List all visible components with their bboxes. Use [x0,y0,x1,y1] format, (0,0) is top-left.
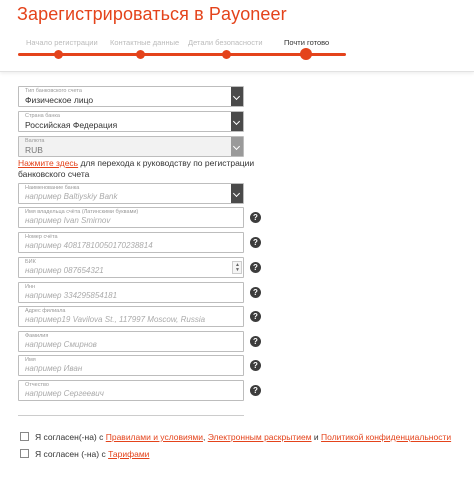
first-name-label: Имя [25,357,36,363]
first-name-input[interactable]: Имя например Иван [18,355,244,376]
account-type-label: Тип банковского счета [25,88,82,94]
terms-prefix: Я согласен(-на) с [35,432,106,442]
step-label-contacts: Контактные данные [110,38,180,47]
last-name-input[interactable]: Фамилия например Смирнов [18,331,244,352]
holder-name-input[interactable]: Имя владельца счёта (Латинскими буквами)… [18,207,244,228]
edisclosure-link[interactable]: Электронным раскрытием [208,432,312,442]
branch-address-input[interactable]: Адрес филиала например19 Vavilova St., 1… [18,306,244,327]
number-stepper[interactable]: ▲ ▼ [232,261,242,274]
brand-name: Payoneer [208,4,287,24]
account-type-value: Физическое лицо [25,95,94,105]
bik-input[interactable]: БИК например 087654321 ▲ ▼ [18,257,244,278]
progress-steps: Начало регистрации Контактные данные Дет… [14,34,346,64]
holder-name-placeholder: например Ivan Smirnov [25,216,111,225]
help-icon[interactable]: ? [250,262,261,273]
help-icon[interactable]: ? [250,385,261,396]
bik-label: БИК [25,259,36,265]
holder-name-label: Имя владельца счёта (Латинскими буквами) [25,209,139,215]
first-name-placeholder: например Иван [25,364,83,373]
step-dot-current [300,48,312,60]
currency-value: RUB [25,145,43,155]
help-icon[interactable]: ? [250,336,261,347]
inn-label: Инн [25,284,36,290]
currency-select: Валюта RUB [18,136,244,157]
terms-checkbox[interactable] [20,432,29,441]
help-icon[interactable]: ? [250,237,261,248]
chevron-down-icon [231,137,243,156]
bank-country-select[interactable]: Страна банка Российская Федерация [18,111,244,132]
help-icon[interactable]: ? [250,212,261,223]
step-dot-start [54,50,63,59]
terms-sep2: и [311,432,322,442]
account-type-select[interactable]: Тип банковского счета Физическое лицо [18,86,244,107]
chevron-down-icon[interactable] [231,112,243,131]
bik-placeholder: например 087654321 [25,266,104,275]
tariffs-agreement-row: Я согласен (-на) с Тарифами [20,449,149,459]
currency-label: Валюта [25,138,45,144]
step-label-security: Детали безопасности [188,38,263,47]
help-icon[interactable]: ? [250,311,261,322]
tariffs-prefix: Я согласен (-на) с [35,449,109,459]
last-name-label: Фамилия [25,333,49,339]
step-dot-contacts [136,50,145,59]
bank-name-select[interactable]: Наименование банка например Baltiyskiy B… [18,183,244,204]
inn-input[interactable]: Инн например 334295854181 [18,282,244,303]
bank-name-placeholder: например Baltiyskiy Bank [25,192,118,201]
form-divider [18,415,244,416]
privacy-link[interactable]: Политикой конфиденциальности [321,432,451,442]
chevron-down-icon[interactable] [231,87,243,106]
step-dot-security [222,50,231,59]
title-prefix: Зарегистрироваться в [17,4,204,24]
bank-country-label: Страна банка [25,113,60,119]
patronymic-input[interactable]: Отчество например Сергеевич [18,380,244,401]
branch-address-label: Адрес филиала [25,308,66,314]
page-title: Зарегистрироваться в Payoneer [17,4,287,25]
page-header: Зарегистрироваться в Payoneer Начало рег… [0,0,474,72]
tariffs-checkbox[interactable] [20,449,29,458]
patronymic-placeholder: например Сергеевич [25,389,104,398]
terms-link[interactable]: Правилами и условиями [106,432,203,442]
chevron-down-icon[interactable] [231,184,243,203]
account-number-placeholder: например 40817810050170238814 [25,241,153,250]
bank-country-value: Российская Федерация [25,120,118,130]
branch-address-placeholder: например19 Vavilova St., 117997 Moscow, … [25,315,206,324]
terms-agreement-row: Я согласен(-на) с Правилами и условиями,… [20,432,451,442]
step-label-almost-done: Почти готово [284,38,330,47]
step-label-start: Начало регистрации [26,38,98,47]
inn-placeholder: например 334295854181 [25,291,118,300]
tariffs-link[interactable]: Тарифами [108,449,149,459]
progress-track [18,53,346,56]
bank-guide-link[interactable]: Нажмите здесь [18,158,78,168]
account-number-input[interactable]: Номер счёта например 4081781005017023881… [18,232,244,253]
last-name-placeholder: например Смирнов [25,340,97,349]
bank-name-label: Наименование банка [25,185,80,191]
help-icon[interactable]: ? [250,287,261,298]
patronymic-label: Отчество [25,382,49,388]
bank-guide-text: Нажмите здесь для перехода к руководству… [18,158,268,180]
help-icon[interactable]: ? [250,360,261,371]
account-number-label: Номер счёта [25,234,58,240]
